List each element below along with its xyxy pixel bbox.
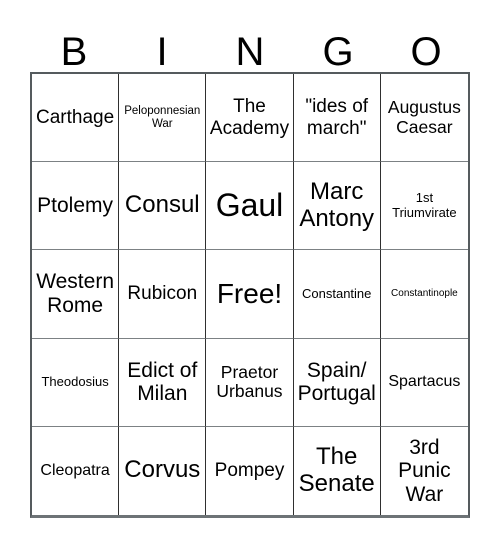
bingo-cell[interactable]: Spain/ Portugal [293, 338, 381, 427]
bingo-cell[interactable]: Praetor Urbanus [206, 338, 294, 427]
bingo-cell-label: Corvus [124, 456, 201, 484]
bingo-cell-label: Free! [216, 278, 283, 310]
bingo-cell-label: The Senate [298, 443, 375, 497]
bingo-cell-label: Constantinople [391, 288, 458, 300]
bingo-cell[interactable]: Constantine [293, 250, 381, 339]
bingo-cell-label: Western Rome [36, 270, 114, 317]
bingo-cell[interactable]: "ides of march" [293, 74, 381, 163]
bingo-card: B I N G O Carthage Peloponnesian War The Acade… [0, 0, 500, 544]
bingo-cell[interactable]: Gaul [206, 162, 294, 251]
bingo-header-letter-o: O [410, 30, 442, 74]
bingo-cell-label: Peloponnesian War [124, 104, 201, 130]
bingo-cell[interactable]: Edict of Milan [119, 338, 207, 427]
bingo-cell[interactable]: Carthage [32, 74, 120, 163]
bingo-cell-label: Rubicon [127, 283, 198, 305]
bingo-cell-label: Carthage [36, 106, 115, 128]
bingo-cell-label: Spain/ Portugal [297, 358, 376, 406]
bingo-header-letter-i: I [156, 30, 168, 74]
bingo-cell-label: Praetor Urbanus [216, 361, 283, 402]
bingo-cell-label: Theodosius [41, 373, 109, 389]
bingo-cell[interactable]: Cleopatra [32, 426, 120, 515]
bingo-grid: Carthage Peloponnesian War The Academy "ide… [30, 72, 470, 518]
bingo-cell[interactable]: 1st Triumvirate [380, 162, 468, 251]
bingo-cell-label: 1st Triumvirate [392, 190, 457, 220]
bingo-cell[interactable]: Spartacus [380, 338, 468, 427]
bingo-cell-label: Cleopatra [40, 461, 110, 479]
bingo-cell-label: "ides of march" [305, 96, 369, 139]
bingo-cell[interactable]: Ptolemy [32, 162, 120, 251]
bingo-cell-label: Consul [124, 191, 200, 219]
bingo-cell-label: Augustus Caesar [387, 97, 461, 137]
bingo-cell[interactable]: The Senate [293, 426, 381, 515]
bingo-cell[interactable]: Corvus [119, 426, 207, 515]
bingo-cell-label: Gaul [215, 186, 284, 223]
bingo-header-letter-g: G [322, 30, 354, 74]
bingo-cell[interactable]: Peloponnesian War [119, 74, 207, 163]
bingo-cell[interactable]: 3rd Punic War [380, 426, 468, 515]
bingo-cell-label: Pompey [214, 460, 285, 482]
bingo-cell[interactable]: The Academy [206, 74, 294, 163]
bingo-cell[interactable]: Theodosius [32, 338, 120, 427]
bingo-cell[interactable]: Constantinople [380, 250, 468, 339]
bingo-cell-label: Ptolemy [37, 194, 114, 218]
bingo-cell-free-space[interactable]: Free! [206, 250, 294, 339]
bingo-cell-label: Spartacus [388, 373, 461, 391]
bingo-cell-label: Constantine [302, 285, 372, 301]
bingo-header-row: BINGO [30, 16, 470, 72]
bingo-header-letter-b: B [60, 30, 88, 74]
bingo-cell-label: Marc Antony [299, 177, 375, 232]
bingo-cell[interactable]: Western Rome [32, 250, 120, 339]
bingo-cell-label: The Academy [209, 96, 290, 139]
bingo-cell[interactable]: Augustus Caesar [380, 74, 468, 163]
bingo-cell[interactable]: Pompey [206, 426, 294, 515]
bingo-header-letter-n: N [235, 30, 265, 74]
bingo-cell[interactable]: Rubicon [119, 250, 207, 339]
bingo-cell-label: 3rd Punic War [398, 435, 451, 506]
bingo-cell[interactable]: Consul [119, 162, 207, 251]
bingo-cell-label: Edict of Milan [127, 358, 198, 406]
bingo-cell[interactable]: Marc Antony [293, 162, 381, 251]
